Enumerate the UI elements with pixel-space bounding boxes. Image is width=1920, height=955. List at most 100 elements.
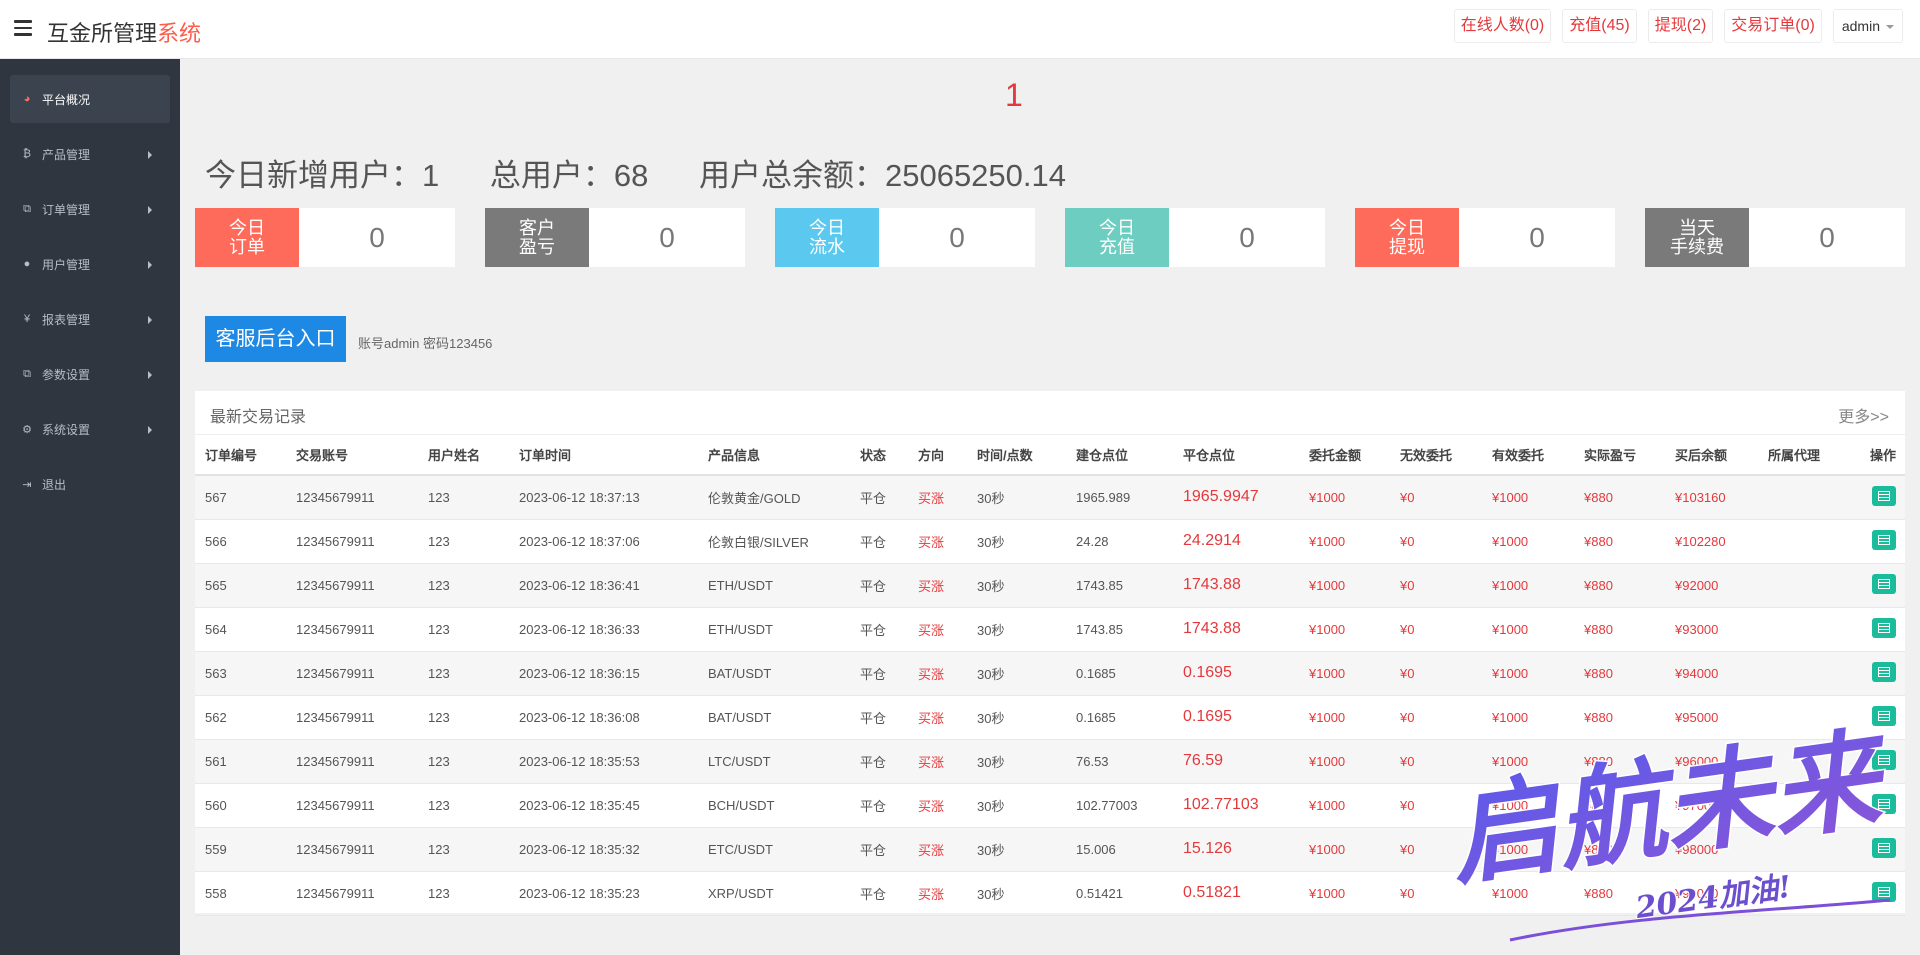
cell-amount: ¥1000: [1299, 563, 1390, 608]
cell-account: 12345679911: [286, 651, 418, 696]
stat-card-label: 今日 流水: [775, 208, 879, 267]
stat-card-value: 0: [1819, 222, 1835, 253]
customer-service-entry-button[interactable]: 客服后台入口: [205, 316, 346, 362]
sidebar-item-users[interactable]: ● 用户管理: [10, 240, 170, 288]
cell-account: 12345679911: [286, 739, 418, 784]
cell-time: 2023-06-12 18:36:08: [509, 695, 698, 740]
cell-time: 2023-06-12 18:36:41: [509, 563, 698, 608]
cell-agent: [1758, 475, 1860, 520]
cell-period: 30秒: [967, 519, 1066, 564]
cell-id: 561: [195, 739, 286, 784]
sidebar-item-params[interactable]: ⧉ 参数设置: [10, 350, 170, 398]
cell-period: 30秒: [967, 739, 1066, 784]
cell-id: 563: [195, 651, 286, 696]
recharge-button[interactable]: 充值(45): [1562, 9, 1637, 43]
cell-account: 12345679911: [286, 695, 418, 740]
cell-invalid: ¥0: [1390, 607, 1482, 652]
sidebar-item-system[interactable]: ⚙ 系统设置: [10, 405, 170, 453]
cell-status: 平仓: [850, 519, 908, 564]
more-link[interactable]: 更多>>: [1838, 403, 1889, 427]
cell-id: 564: [195, 607, 286, 652]
cell-id: 566: [195, 519, 286, 564]
cell-amount: ¥1000: [1299, 519, 1390, 564]
cell-period: 30秒: [967, 695, 1066, 740]
cell-amount: ¥1000: [1299, 827, 1390, 872]
cell-status: 平仓: [850, 563, 908, 608]
cell-actions: [1860, 651, 1905, 696]
cell-product: LTC/USDT: [698, 739, 850, 784]
cell-amount: ¥1000: [1299, 783, 1390, 828]
cell-valid: ¥1000: [1482, 475, 1574, 520]
cell-balance: ¥93000: [1665, 607, 1758, 652]
user-name: admin: [1841, 18, 1880, 34]
notice-number: 1: [1005, 77, 1023, 113]
cell-amount: ¥1000: [1299, 871, 1390, 916]
cell-open: 1965.989: [1066, 475, 1173, 520]
top-header: 互金所管理系统 在线人数(0) 充值(45) 提现(2) 交易订单(0) adm…: [0, 0, 1920, 59]
cell-id: 560: [195, 783, 286, 828]
cell-invalid: ¥0: [1390, 651, 1482, 696]
sidebar-item-reports[interactable]: ¥ 报表管理: [10, 295, 170, 343]
sidebar-item-overview[interactable]: ◕ 平台概况: [10, 75, 170, 123]
cell-id: 558: [195, 871, 286, 916]
cell-id: 567: [195, 475, 286, 520]
withdraw-button[interactable]: 提现(2): [1647, 9, 1714, 43]
table-row: 564 12345679911 123 2023-06-12 18:36:33 ETH/…: [195, 607, 1905, 652]
sidebar-item-label: 退出: [42, 477, 67, 492]
column-header: 所属代理: [1758, 435, 1860, 476]
cell-direction: 买涨: [908, 871, 967, 916]
cell-status: 平仓: [850, 607, 908, 652]
sidebar-item-products[interactable]: ₿ 产品管理: [10, 130, 170, 178]
cell-amount: ¥1000: [1299, 651, 1390, 696]
cell-name: 123: [418, 871, 509, 916]
cell-account: 12345679911: [286, 783, 418, 828]
cell-account: 12345679911: [286, 607, 418, 652]
sidebar-item-label: 参数设置: [42, 367, 91, 382]
cell-amount: ¥1000: [1299, 475, 1390, 520]
cell-agent: [1758, 563, 1860, 608]
stat-card-today-withdraw: 今日 提现 0: [1355, 208, 1615, 267]
menu-toggle-icon[interactable]: [14, 20, 32, 36]
cell-product: 伦敦黄金/GOLD: [698, 475, 850, 520]
sidebar-item-logout[interactable]: ⇥ 退出: [10, 460, 170, 508]
caret-right-icon: [148, 371, 152, 379]
caret-right-icon: [148, 316, 152, 324]
cell-direction: 买涨: [908, 475, 967, 520]
cell-open: 0.51421: [1066, 871, 1173, 916]
cell-actions: [1860, 563, 1905, 608]
cell-direction: 买涨: [908, 607, 967, 652]
online-users-button[interactable]: 在线人数(0): [1453, 9, 1552, 43]
cell-close: 102.77103: [1173, 783, 1299, 828]
cell-balance: ¥94000: [1665, 651, 1758, 696]
view-detail-icon[interactable]: [1872, 529, 1896, 550]
summary-stats: 今日新增用户：1 总用户：68 用户总余额：25065250.14: [205, 150, 1108, 195]
column-header: 买后余额: [1665, 435, 1758, 476]
view-detail-icon[interactable]: [1872, 485, 1896, 506]
cell-direction: 买涨: [908, 783, 967, 828]
view-detail-icon[interactable]: [1872, 617, 1896, 638]
new-users-stat: 今日新增用户：1: [205, 158, 440, 193]
cell-open: 0.1685: [1066, 651, 1173, 696]
total-users-stat: 总用户：68: [489, 158, 649, 193]
watermark-logo: 启航未来 2024加油!: [1440, 713, 1900, 942]
cell-balance: ¥92000: [1665, 563, 1758, 608]
view-detail-icon[interactable]: [1872, 661, 1896, 682]
cell-name: 123: [418, 827, 509, 872]
sidebar-item-orders[interactable]: ⧉ 订单管理: [10, 185, 170, 233]
cell-id: 562: [195, 695, 286, 740]
cell-close: 0.1695: [1173, 651, 1299, 696]
sidebar-item-label: 报表管理: [42, 312, 91, 327]
view-detail-icon[interactable]: [1872, 573, 1896, 594]
cell-close: 76.59: [1173, 739, 1299, 784]
cell-close: 1743.88: [1173, 563, 1299, 608]
panel-title: 最新交易记录: [210, 409, 307, 426]
user-menu-button[interactable]: admin: [1832, 9, 1903, 43]
cell-time: 2023-06-12 18:36:33: [509, 607, 698, 652]
cell-product: ETH/USDT: [698, 607, 850, 652]
column-header: 委托金额: [1299, 435, 1390, 476]
trade-orders-button[interactable]: 交易订单(0): [1724, 9, 1822, 43]
cell-direction: 买涨: [908, 651, 967, 696]
cell-status: 平仓: [850, 783, 908, 828]
watermark-text: 启航未来: [1442, 715, 1899, 902]
cell-name: 123: [418, 475, 509, 520]
